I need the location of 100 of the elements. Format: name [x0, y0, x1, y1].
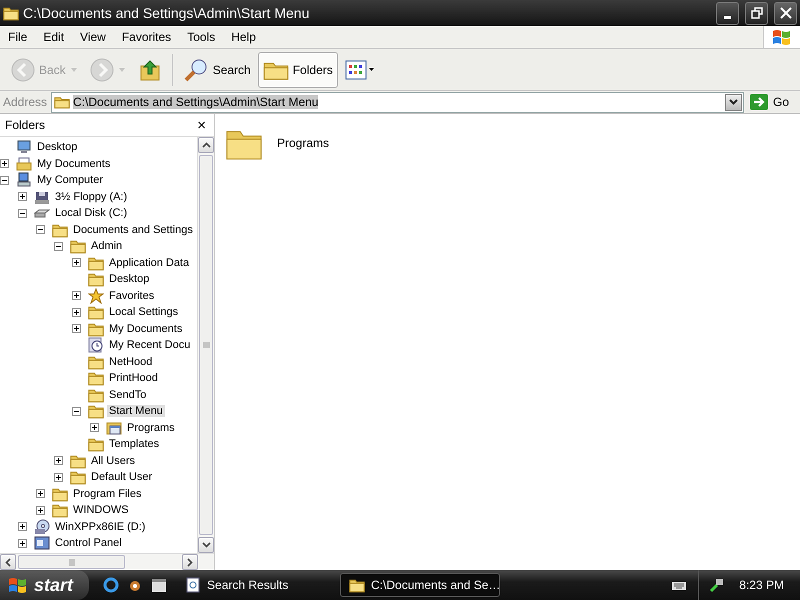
folder-icon [88, 304, 104, 320]
views-grid-icon [344, 60, 375, 80]
tree-item[interactable]: Control Panel [53, 537, 124, 550]
close-pane-button[interactable]: × [197, 118, 206, 132]
plus-icon [37, 490, 44, 498]
windows-flag-icon [771, 27, 793, 47]
tree-item[interactable]: All Users [89, 454, 138, 467]
collapse-toggle[interactable] [0, 176, 9, 185]
tree-item[interactable]: Local Settings [107, 306, 180, 318]
grip-icon [202, 342, 210, 348]
collapse-toggle[interactable] [36, 225, 45, 234]
folder-icon [70, 452, 86, 469]
menu-item[interactable]: File [0, 28, 36, 46]
tree-item[interactable]: Program Files [71, 488, 144, 500]
plus-icon [55, 474, 62, 481]
folder-icon [88, 320, 104, 337]
tree-item[interactable]: Admin [89, 240, 124, 252]
tree-item[interactable]: Favorites [107, 290, 156, 302]
plus-icon [73, 325, 80, 332]
restore-icon [750, 7, 762, 19]
network-icon [709, 577, 726, 593]
menu-item[interactable]: Help [223, 28, 264, 46]
folder-icon [88, 354, 104, 370]
folder-icon [52, 222, 68, 238]
restore-button[interactable] [745, 2, 768, 24]
address-field[interactable]: C:\Documents and Settings\Admin\Start Menu [51, 92, 744, 112]
plus-icon [19, 540, 26, 547]
tree-item[interactable]: Local Disk (C:) [53, 207, 130, 220]
expand-toggle[interactable] [72, 308, 81, 317]
tree-item[interactable]: Application Data [107, 256, 192, 269]
tree-item[interactable]: Programs [125, 422, 177, 434]
expand-toggle[interactable] [54, 472, 63, 482]
pane-title: Folders [5, 118, 46, 132]
tree-item[interactable]: Desktop [35, 141, 80, 154]
tree-item[interactable]: WinXPPx86IE (D:) [53, 520, 148, 533]
chevron-up-icon [202, 142, 210, 148]
go-button[interactable]: Go [748, 94, 797, 110]
tree-item[interactable]: NetHood [107, 356, 154, 368]
taskbar-button[interactable]: Search Results [177, 573, 338, 597]
expand-toggle[interactable] [36, 506, 45, 515]
plus-icon [37, 506, 44, 514]
expand-toggle[interactable] [72, 258, 81, 268]
browser-icon[interactable] [103, 577, 120, 593]
start-button[interactable]: start [0, 570, 90, 600]
collapse-toggle[interactable] [18, 208, 27, 218]
folder-icon [88, 271, 104, 288]
tree-item[interactable]: Desktop [107, 273, 152, 286]
chevron-right-icon [187, 558, 193, 566]
expand-toggle[interactable] [36, 489, 45, 498]
tree-item[interactable]: SendTo [107, 388, 148, 401]
grip-icon [68, 558, 74, 566]
tree-item[interactable]: Documents and Settings [71, 224, 195, 236]
expand-toggle[interactable] [90, 423, 99, 432]
menu-item[interactable]: Favorites [114, 28, 180, 46]
minimize-button[interactable] [716, 2, 739, 24]
taskbar-button[interactable]: C:\Documents and Se… [340, 573, 500, 597]
expand-toggle[interactable] [18, 192, 27, 202]
dropdown-button[interactable] [724, 94, 742, 110]
menu-item[interactable]: View [72, 28, 114, 46]
menu-item[interactable]: Tools [179, 28, 224, 46]
desktop-icon [16, 139, 32, 156]
folder-icon [54, 95, 70, 109]
tree-item[interactable]: PrintHood [107, 372, 160, 384]
program-window-icon [106, 420, 122, 436]
tree-item[interactable]: My Documents [107, 322, 184, 335]
star-icon [88, 288, 104, 304]
computer-icon [16, 172, 32, 188]
window-folder-icon [3, 5, 19, 21]
tree-item[interactable]: Start Menu [107, 405, 165, 418]
tree-item[interactable]: 3½ Floppy (A:) [53, 190, 130, 203]
collapse-toggle[interactable] [54, 242, 63, 251]
vertical-scrollbar[interactable] [197, 137, 214, 553]
expand-toggle[interactable] [72, 324, 81, 334]
tree-item[interactable]: My Recent Docu [107, 339, 192, 352]
clapperboard-icon [151, 577, 168, 593]
tree-item[interactable]: My Documents [35, 158, 112, 170]
folder-icon [88, 403, 104, 420]
tree-item[interactable]: Templates [107, 438, 162, 450]
expand-toggle[interactable] [18, 522, 27, 532]
tree-item[interactable]: WINDOWS [71, 504, 131, 516]
plus-icon [19, 193, 26, 200]
expand-toggle[interactable] [72, 291, 81, 300]
expand-toggle[interactable] [18, 538, 27, 548]
folder-icon [70, 469, 86, 486]
menu-item[interactable]: Edit [35, 28, 72, 46]
search-button[interactable]: Search [178, 54, 256, 84]
minimize-icon [724, 16, 731, 18]
expand-toggle[interactable] [54, 456, 63, 466]
folder-name[interactable]: Programs [275, 135, 332, 151]
folder-icon [349, 577, 366, 593]
plus-icon [73, 308, 80, 316]
horizontal-scrollbar[interactable] [0, 553, 214, 570]
close-button[interactable] [774, 2, 797, 24]
clock: 8:23 PM [739, 578, 784, 592]
folders-button[interactable]: Folders [258, 52, 338, 88]
tree-item[interactable]: My Computer [35, 174, 106, 186]
expand-toggle[interactable] [0, 159, 9, 168]
folder-up-arrow-icon [138, 58, 162, 82]
collapse-toggle[interactable] [72, 406, 81, 416]
tree-item[interactable]: Default User [89, 471, 154, 484]
